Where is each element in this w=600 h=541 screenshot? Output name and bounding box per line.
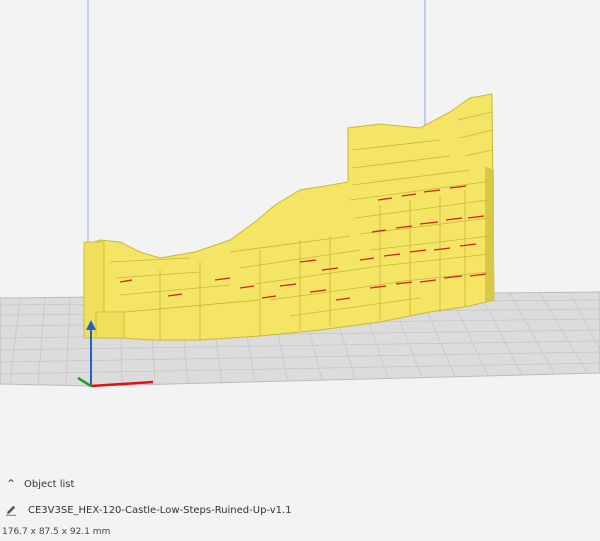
object-name-row: CE3V3SE_HEX-120-Castle-Low-Steps-Ruined-… [0, 500, 292, 520]
3d-viewport[interactable] [0, 0, 600, 541]
model-base-block [95, 311, 125, 339]
model-side-face [485, 166, 494, 302]
object-list-label: Object list [24, 478, 75, 490]
model-mesh [83, 93, 495, 341]
object-info-panel: ⌃ Object list CE3V3SE_HEX-120-Castle-Low… [0, 470, 600, 541]
pencil-icon[interactable] [0, 504, 22, 516]
object-list-toggle[interactable]: ⌃ Object list [0, 474, 74, 494]
object-name: CE3V3SE_HEX-120-Castle-Low-Steps-Ruined-… [28, 504, 292, 516]
chevron-up-icon: ⌃ [5, 477, 17, 491]
model-body [83, 93, 495, 341]
object-dimensions: 176.7 x 87.5 x 92.1 mm [2, 527, 111, 537]
